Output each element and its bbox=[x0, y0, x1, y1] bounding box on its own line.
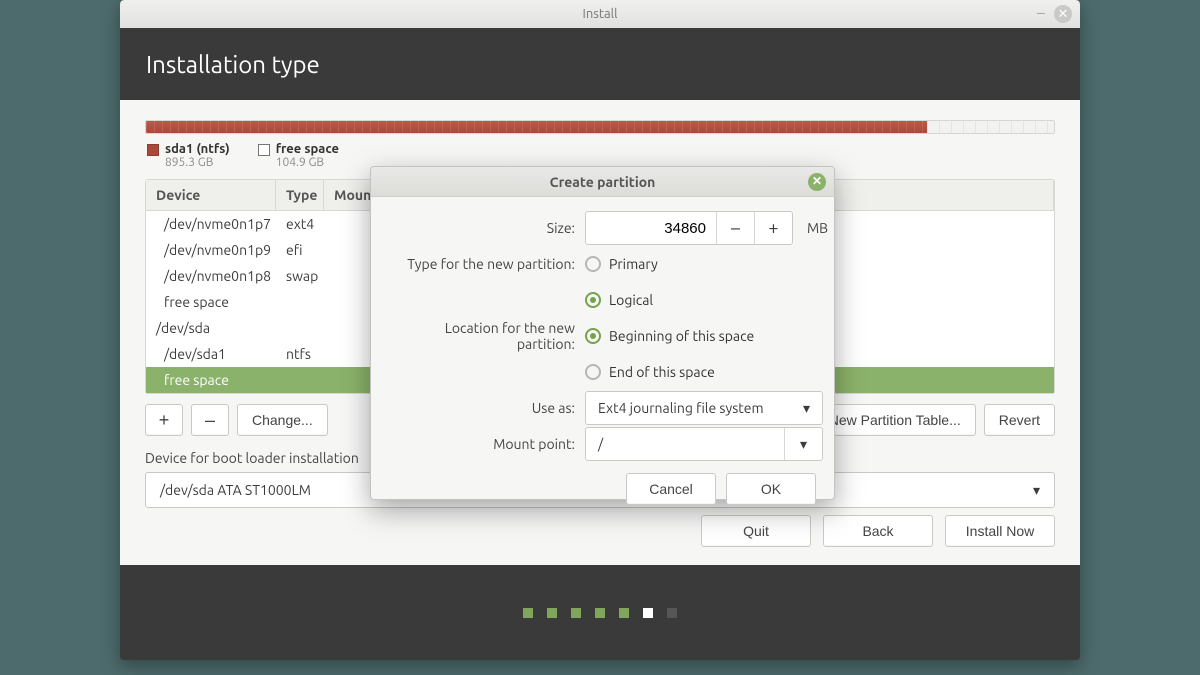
close-icon[interactable]: ✕ bbox=[1054, 5, 1072, 23]
cell-type: efi bbox=[276, 237, 324, 263]
radio-end-label: End of this space bbox=[609, 364, 715, 380]
chevron-down-icon: ▾ bbox=[1033, 482, 1040, 499]
size-label: Size: bbox=[385, 220, 585, 236]
legend-used-size: 895.3 GB bbox=[165, 156, 230, 169]
cell-device: /dev/sda bbox=[146, 315, 276, 341]
radio-logical-label: Logical bbox=[609, 292, 653, 308]
radio-location-begin[interactable]: Beginning of this space bbox=[585, 328, 754, 344]
size-decrement-button[interactable]: – bbox=[716, 212, 754, 244]
dialog-title: Create partition bbox=[550, 174, 656, 190]
location-label: Location for the new partition: bbox=[385, 320, 585, 352]
install-now-button[interactable]: Install Now bbox=[945, 515, 1055, 547]
size-spinner: – + bbox=[585, 211, 793, 245]
type-label: Type for the new partition: bbox=[385, 256, 585, 272]
radio-location-end[interactable]: End of this space bbox=[585, 364, 715, 380]
dialog-close-icon[interactable]: ✕ bbox=[808, 173, 826, 191]
change-button[interactable]: Change... bbox=[237, 404, 328, 436]
window-titlebar[interactable]: Install – ✕ bbox=[120, 0, 1080, 28]
revert-button[interactable]: Revert bbox=[984, 404, 1055, 436]
pager-dot[interactable] bbox=[523, 608, 533, 618]
cell-device: free space bbox=[146, 289, 276, 315]
minimize-icon[interactable]: – bbox=[1032, 5, 1050, 23]
quit-button[interactable]: Quit bbox=[701, 515, 811, 547]
remove-button[interactable]: – bbox=[191, 404, 229, 436]
useas-select[interactable]: Ext4 journaling file system ▾ bbox=[585, 391, 823, 425]
cell-device: free space bbox=[146, 367, 276, 393]
size-increment-button[interactable]: + bbox=[754, 212, 792, 244]
size-unit: MB bbox=[807, 220, 828, 236]
legend-free-name: free space bbox=[276, 142, 339, 156]
pager-dot[interactable] bbox=[571, 608, 581, 618]
radio-icon bbox=[585, 256, 601, 272]
partition-usage-bar[interactable] bbox=[145, 120, 1055, 134]
footer-buttons: Quit Back Install Now bbox=[701, 515, 1055, 547]
cell-type bbox=[276, 289, 324, 315]
cell-type: ntfs bbox=[276, 341, 324, 367]
useas-value: Ext4 journaling file system bbox=[598, 400, 764, 416]
dialog-titlebar[interactable]: Create partition ✕ bbox=[371, 167, 834, 197]
usage-legend: sda1 (ntfs) 895.3 GB free space 104.9 GB bbox=[147, 142, 1055, 169]
pager-dot[interactable] bbox=[667, 608, 677, 618]
legend-free: free space 104.9 GB bbox=[258, 142, 339, 169]
radio-icon bbox=[585, 292, 601, 308]
chevron-down-icon[interactable]: ▾ bbox=[784, 428, 822, 460]
header-device[interactable]: Device bbox=[146, 180, 276, 210]
create-partition-dialog: Create partition ✕ Size: – + MB Type for… bbox=[370, 166, 835, 500]
legend-used-name: sda1 (ntfs) bbox=[165, 142, 230, 156]
radio-icon bbox=[585, 328, 601, 344]
usage-used-segment bbox=[146, 121, 927, 133]
cell-type bbox=[276, 315, 324, 341]
pager-dot[interactable] bbox=[547, 608, 557, 618]
radio-primary-label: Primary bbox=[609, 256, 658, 272]
cell-type: swap bbox=[276, 263, 324, 289]
new-partition-table-button[interactable]: New Partition Table... bbox=[814, 404, 976, 436]
radio-primary[interactable]: Primary bbox=[585, 256, 658, 272]
pager-dot[interactable] bbox=[619, 608, 629, 618]
mountpoint-value[interactable]: / bbox=[586, 428, 784, 460]
swatch-icon bbox=[258, 144, 270, 156]
cell-device: /dev/sda1 bbox=[146, 341, 276, 367]
radio-icon bbox=[585, 364, 601, 380]
pager-dot[interactable] bbox=[595, 608, 605, 618]
ok-button[interactable]: OK bbox=[726, 473, 816, 505]
useas-label: Use as: bbox=[385, 400, 585, 416]
swatch-icon bbox=[147, 144, 159, 156]
header-type[interactable]: Type bbox=[276, 180, 324, 210]
add-button[interactable]: + bbox=[145, 404, 183, 436]
back-button[interactable]: Back bbox=[823, 515, 933, 547]
cell-type bbox=[276, 367, 324, 393]
cell-type: ext4 bbox=[276, 211, 324, 237]
dialog-actions: Cancel OK bbox=[371, 473, 834, 519]
mountpoint-combo[interactable]: / ▾ bbox=[585, 427, 823, 461]
legend-free-size: 104.9 GB bbox=[276, 156, 339, 169]
page-header: Installation type bbox=[120, 28, 1080, 100]
mountpoint-label: Mount point: bbox=[385, 436, 585, 452]
legend-used: sda1 (ntfs) 895.3 GB bbox=[147, 142, 230, 169]
cancel-button[interactable]: Cancel bbox=[626, 473, 716, 505]
bootloader-value: /dev/sda ATA ST1000LM bbox=[160, 482, 311, 498]
cell-device: /dev/nvme0n1p9 bbox=[146, 237, 276, 263]
chevron-down-icon: ▾ bbox=[803, 400, 810, 417]
window-title: Install bbox=[583, 7, 618, 21]
radio-logical[interactable]: Logical bbox=[585, 292, 653, 308]
size-input[interactable] bbox=[586, 212, 716, 244]
page-title: Installation type bbox=[146, 51, 320, 78]
usage-free-segment bbox=[927, 121, 1054, 133]
cell-device: /dev/nvme0n1p7 bbox=[146, 211, 276, 237]
radio-begin-label: Beginning of this space bbox=[609, 328, 754, 344]
cell-device: /dev/nvme0n1p8 bbox=[146, 263, 276, 289]
page-indicator bbox=[120, 565, 1080, 660]
pager-dot[interactable] bbox=[643, 608, 653, 618]
